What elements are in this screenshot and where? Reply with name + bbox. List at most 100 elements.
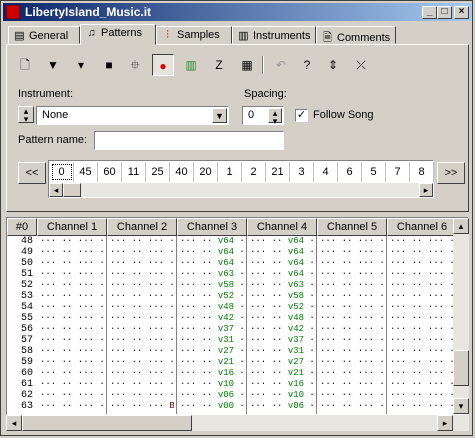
pattern-cell[interactable]: ··· ·· v48 ··· <box>180 302 244 313</box>
spacing-field[interactable]: 0 ▴ ▾ <box>242 106 284 126</box>
chevron-down-icon[interactable]: ▼ <box>212 108 227 123</box>
pattern-cell[interactable]: ··· ·· ··· ··· <box>110 258 174 269</box>
instrument-spinner[interactable]: ▴ ▾ <box>18 106 34 124</box>
maximize-button[interactable]: □ <box>437 6 452 19</box>
pattern-cell[interactable]: ··· ·· v58 ··· <box>250 291 314 302</box>
tab-patterns[interactable]: ♫ Patterns <box>80 24 156 45</box>
tab-samples[interactable]: ⫶ Samples <box>156 26 232 44</box>
scroll-up-button[interactable]: ▴ <box>453 218 469 234</box>
pattern-cell[interactable]: ··· ·· v63 ··· <box>180 269 244 280</box>
pattern-cell[interactable]: ··· ·· ··· ··· <box>320 346 384 357</box>
pattern-cell[interactable]: ··· ·· ··· ··· <box>320 324 384 335</box>
pattern-cell[interactable]: ··· ·· v00 ··· <box>180 401 244 412</box>
prev-order-button[interactable]: << <box>18 162 46 184</box>
pattern-scroll-thumb[interactable] <box>453 350 469 386</box>
pattern-cell[interactable]: ··· ·· ··· ··· <box>40 324 104 335</box>
pattern-cell[interactable]: ··· ·· ··· ··· <box>390 269 454 280</box>
channel-header[interactable]: Channel 5 <box>317 218 387 236</box>
pattern-cell[interactable]: ··· ·· ··· ··· <box>110 280 174 291</box>
pattern-cell[interactable]: ··· ·· ··· ··· <box>320 401 384 412</box>
grid-scroll-thumb[interactable] <box>22 415 192 431</box>
pattern-cell[interactable]: ··· ·· v42 ··· <box>250 324 314 335</box>
pattern-cell[interactable]: ··· ·· ··· ··· <box>40 379 104 390</box>
pattern-cell[interactable]: ··· ·· ··· ··· <box>40 269 104 280</box>
tab-comments[interactable]: 🗎 Comments <box>316 26 396 44</box>
pattern-cell[interactable]: ··· ·· v64 ··· <box>250 269 314 280</box>
order-cell[interactable]: 40 <box>170 162 194 182</box>
scroll-right-button[interactable]: ▸ <box>419 183 433 197</box>
order-cell[interactable]: 7 <box>386 162 410 182</box>
pattern-cell[interactable]: ··· ·· ··· ··· <box>40 390 104 401</box>
pattern-cell[interactable]: ··· ·· v37 ··· <box>250 335 314 346</box>
title-bar[interactable]: LibertyIsland_Music.it _ □ × <box>3 3 472 21</box>
pattern-cell[interactable]: ··· ·· ··· ··· <box>40 291 104 302</box>
pattern-cell[interactable]: ··· ·· ··· ··· <box>110 335 174 346</box>
pattern-cell[interactable]: ··· ·· ··· ··· <box>390 324 454 335</box>
pattern-cell[interactable]: ··· ·· v06 ··· <box>180 390 244 401</box>
pattern-cell[interactable]: ··· ·· v06 ··· <box>250 401 314 412</box>
pattern-cell[interactable]: ··· ·· v27 ··· <box>180 346 244 357</box>
pattern-cell[interactable]: ··· ·· ··· ··· <box>390 291 454 302</box>
follow-song-checkbox[interactable]: ✓ <box>295 109 308 122</box>
pattern-cell[interactable]: ··· ·· ··· ··· <box>110 302 174 313</box>
pattern-cell[interactable]: ··· ·· ··· ··· <box>40 368 104 379</box>
pattern-cell[interactable]: ··· ·· v16 ··· <box>250 379 314 390</box>
pattern-cell[interactable]: ··· ·· ··· ··· <box>320 269 384 280</box>
pattern-cell[interactable]: ··· ·· ··· ··· <box>110 368 174 379</box>
order-cell[interactable]: 21 <box>266 162 290 182</box>
pattern-cell[interactable]: ··· ·· v31 ··· <box>180 335 244 346</box>
undo-icon[interactable]: ↶ <box>270 54 292 76</box>
pattern-cell[interactable]: ··· ·· ··· ··· <box>320 357 384 368</box>
stop-icon[interactable]: ▼ <box>42 54 64 76</box>
pattern-cell[interactable]: ··· ·· ··· ··· <box>40 335 104 346</box>
pattern-cell[interactable]: ··· ·· ··· ··· <box>390 280 454 291</box>
order-cell[interactable]: 0 <box>50 162 74 182</box>
pattern-cell[interactable]: ··· ·· ··· ··· <box>390 236 454 247</box>
order-scroll-thumb[interactable] <box>63 183 81 197</box>
pattern-cell[interactable]: ··· ·· ··· ··· <box>390 247 454 258</box>
pattern-cell[interactable]: ··· ·· ··· ··· <box>40 401 104 412</box>
pattern-cell[interactable]: ··· ·· ··· ··· <box>110 390 174 401</box>
pattern-cell[interactable]: ··· ·· ··· ··· <box>110 379 174 390</box>
midi-keyboard-icon[interactable]: ▦ <box>236 54 258 76</box>
pattern-grid[interactable]: #0 Channel 1 Channel 2 Channel 3 Channel 4 Ch… <box>6 217 469 415</box>
pattern-cell[interactable]: ··· ·· ··· ··· <box>40 280 104 291</box>
pattern-cell[interactable]: ··· ·· v10 ··· <box>250 390 314 401</box>
pattern-cell[interactable]: ··· ·· ··· ··· <box>390 313 454 324</box>
pattern-cell[interactable]: ··· ·· v10 ··· <box>180 379 244 390</box>
stop-square-icon[interactable]: ■ <box>98 54 120 76</box>
pattern-cell[interactable]: ··· ·· ··· ··· <box>320 280 384 291</box>
pattern-cell[interactable]: ··· ·· v21 ··· <box>250 368 314 379</box>
order-cell[interactable]: 3 <box>290 162 314 182</box>
order-scrollbar[interactable]: ◂ ▸ <box>49 183 433 197</box>
pattern-cell[interactable]: ··· ·· v21 ··· <box>180 357 244 368</box>
pattern-cell[interactable]: ··· ·· ··· ··· <box>40 313 104 324</box>
order-cell[interactable]: 5 <box>362 162 386 182</box>
expand-icon[interactable]: ⇕ <box>322 54 344 76</box>
spacing-spinner[interactable]: ▴ ▾ <box>268 108 282 126</box>
next-order-button[interactable]: >> <box>437 162 465 184</box>
pattern-cell[interactable]: ··· ·· ··· ··· <box>390 379 454 390</box>
pattern-cell[interactable]: ··· ·· v37 ··· <box>180 324 244 335</box>
zoom-icon[interactable]: Z <box>208 54 230 76</box>
grid-scroll-left-button[interactable]: ◂ <box>6 415 22 431</box>
pattern-cell[interactable]: ··· ·· ··· ··· <box>110 324 174 335</box>
close-button[interactable]: × <box>454 6 469 19</box>
pattern-cell[interactable]: ··· ·· v52 ··· <box>250 302 314 313</box>
channel-header[interactable]: Channel 1 <box>37 218 107 236</box>
pattern-cell[interactable]: ··· ·· ··· ··· <box>390 302 454 313</box>
pattern-cell[interactable]: ··· ·· v42 ··· <box>180 313 244 324</box>
pattern-cell[interactable]: ··· ·· v64 ··· <box>180 247 244 258</box>
scroll-down-button[interactable]: ▾ <box>453 398 469 414</box>
properties-icon[interactable]: ? <box>296 54 318 76</box>
pattern-cell[interactable]: ··· ·· ··· ··· <box>110 247 174 258</box>
pattern-cell[interactable]: ··· ·· ··· ··· <box>110 236 174 247</box>
order-cell[interactable]: 4 <box>314 162 338 182</box>
pattern-cell[interactable]: ··· ·· v48 ··· <box>250 313 314 324</box>
order-cell[interactable]: 20 <box>194 162 218 182</box>
pattern-cell[interactable]: ··· ·· v64 ··· <box>180 236 244 247</box>
pattern-cell[interactable]: ··· ·· ··· ··· <box>40 247 104 258</box>
tab-instruments[interactable]: ▥ Instruments <box>232 26 316 44</box>
pattern-cell[interactable]: ··· ·· ··· ··· <box>320 291 384 302</box>
pattern-cell[interactable]: ··· ·· ··· ··· <box>320 379 384 390</box>
